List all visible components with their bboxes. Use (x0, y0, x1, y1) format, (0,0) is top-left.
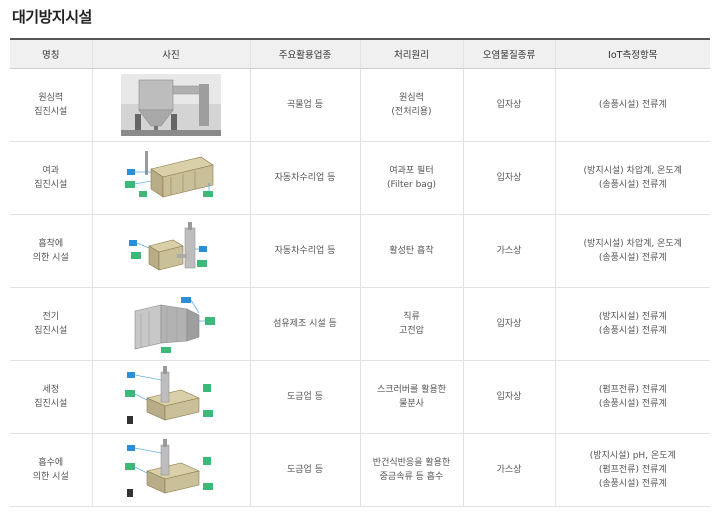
adsorption-tower-diagram (129, 221, 207, 271)
table-row: 원심력 집진시설 곡물업 등 원심력 (전처리용) 입자상 (송풍시설) 전류계 (10, 68, 710, 142)
iot-items: (펌프전류) 전류계 (송풍시설) 전류계 (554, 360, 710, 434)
principle: 활성탄 흡착 (359, 214, 463, 288)
pollutant: 입자상 (462, 68, 555, 142)
header-iot: IoT측정항목 (554, 38, 710, 69)
header-industry: 주요활용업종 (249, 38, 360, 69)
table-row: 세정 집진시설 도금업 등 스크러버를 활용한 물분사 입자상 (펌프전류) 전… (10, 360, 710, 434)
facility-photo (91, 287, 250, 361)
header-name: 명칭 (10, 38, 92, 69)
pollutant: 가스상 (462, 433, 555, 507)
principle: 스크러버를 활용한 물분사 (359, 360, 463, 434)
facility-photo (91, 68, 250, 142)
page: 대기방지시설 명칭 사진 주요활용업종 처리원리 오염물질종류 IoT측정항목 … (0, 0, 720, 517)
industry: 자동차수리업 등 (249, 141, 360, 215)
pollutant: 입자상 (462, 141, 555, 215)
industry: 도금업 등 (249, 433, 360, 507)
facility-name: 흡착에 의한 시설 (10, 214, 92, 288)
header-principle: 처리원리 (359, 38, 463, 69)
principle: 반건식반응을 활용한 중금속류 등 흡수 (359, 433, 463, 507)
table-row: 흡착에 의한 시설 자동차수리업 등 활성탄 흡착 가스상 (방지시설) 차압계… (10, 214, 710, 288)
iot-items: (방지시설) 전류계 (송풍시설) 전류계 (554, 287, 710, 361)
industry: 자동차수리업 등 (249, 214, 360, 288)
facility-photo (91, 141, 250, 215)
facility-table: 명칭 사진 주요활용업종 처리원리 오염물질종류 IoT측정항목 원심력 집진시… (10, 38, 710, 507)
facility-name: 여과 집진시설 (10, 141, 92, 215)
industry: 섬유제조 시설 등 (249, 287, 360, 361)
iot-items: (방지시설) pH, 온도계 (펌프전류) 전류계 (송풍시설) 전류계 (554, 433, 710, 507)
facility-photo (91, 214, 250, 288)
facility-name: 전기 집진시설 (10, 287, 92, 361)
principle: 원심력 (전처리용) (359, 68, 463, 142)
pollutant: 입자상 (462, 360, 555, 434)
absorption-tower-diagram (125, 438, 213, 497)
wet-scrubber-diagram (125, 365, 213, 424)
facility-photo (91, 433, 250, 507)
electrostatic-precipitator-diagram (134, 296, 215, 353)
header-pollutant: 오염물질종류 (462, 38, 555, 69)
table-row: 흡수에 의한 시설 도금업 등 반건식반응을 활용한 중금속류 등 흡수 가스상… (10, 433, 710, 507)
iot-items: (방지시설) 차압계, 온도계 (송풍시설) 전류계 (554, 141, 710, 215)
bag-filter-diagram (125, 150, 214, 198)
principle: 여과포 필터 (Filter bag) (359, 141, 463, 215)
facility-photo (91, 360, 250, 434)
industry: 곡물업 등 (249, 68, 360, 142)
facility-name: 세정 집진시설 (10, 360, 92, 434)
iot-items: (방지시설) 차압계, 온도계 (송풍시설) 전류계 (554, 214, 710, 288)
pollutant: 입자상 (462, 287, 555, 361)
principle: 직류 고전압 (359, 287, 463, 361)
pollutant: 가스상 (462, 214, 555, 288)
cyclone-collector-photo (121, 73, 221, 136)
header-photo: 사진 (91, 38, 250, 69)
facility-name: 원심력 집진시설 (10, 68, 92, 142)
page-title: 대기방지시설 (12, 8, 92, 26)
table-row: 여과 집진시설 자동차수리업 등 여과포 필터 (Filter bag) 입자상… (10, 141, 710, 215)
iot-items: (송풍시설) 전류계 (554, 68, 710, 142)
facility-name: 흡수에 의한 시설 (10, 433, 92, 507)
table-row: 전기 집진시설 섬유제조 시설 등 직류 고전압 입자상 (방지시설) 전류계 … (10, 287, 710, 361)
industry: 도금업 등 (249, 360, 360, 434)
table-header-row: 명칭 사진 주요활용업종 처리원리 오염물질종류 IoT측정항목 (10, 38, 710, 69)
